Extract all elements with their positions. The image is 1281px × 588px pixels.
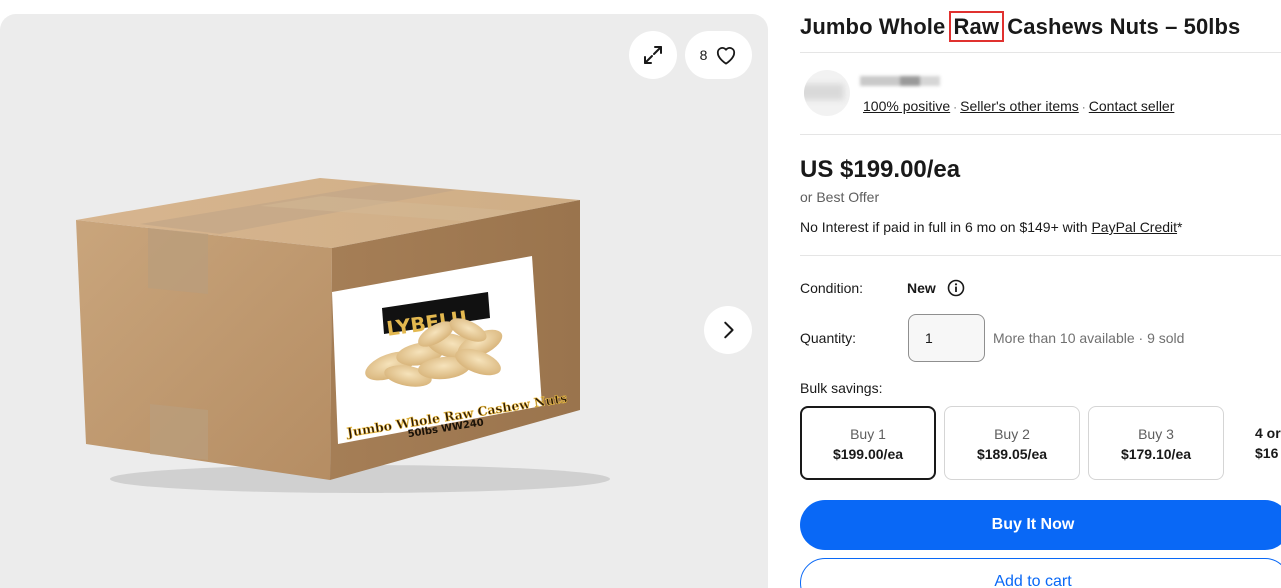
seller-feedback-link[interactable]: 100% positive (863, 98, 950, 114)
expand-icon (644, 46, 662, 64)
bulk-option-qty: Buy 3 (1138, 426, 1174, 442)
item-price: US $199.00/ea (800, 156, 961, 183)
watch-button[interactable]: 8 (685, 31, 752, 79)
bulk-savings-label: Bulk savings: (800, 380, 883, 396)
listing-page: 8 LYBELU Jumbo Whole Raw Cashew Nuts 50l… (0, 0, 1281, 588)
bulk-option-qty: 4 or (1255, 425, 1281, 441)
bulk-option-price: $16 (1255, 445, 1279, 461)
bulk-option-buy-2[interactable]: Buy 2 $189.05/ea (944, 406, 1080, 480)
image-gallery[interactable]: 8 LYBELU Jumbo Whole Raw Cashew Nuts 50l… (0, 14, 768, 588)
info-icon[interactable] (947, 279, 965, 297)
best-offer-text: or Best Offer (800, 189, 880, 205)
condition-value: New (907, 280, 936, 296)
title-highlighted-word: Raw (948, 11, 1005, 42)
financing-asterisk: * (1177, 219, 1183, 235)
seller-name-redacted (860, 76, 940, 86)
bulk-option-price: $179.10/ea (1120, 446, 1192, 462)
availability-text: More than 10 available · 9 sold (993, 330, 1185, 346)
quantity-input[interactable] (908, 314, 985, 362)
bulk-option-price: $189.05/ea (976, 446, 1048, 462)
divider (800, 255, 1281, 256)
listing-details: Jumbo Whole Raw Cashews Nuts – 50lbs 100… (800, 0, 1281, 588)
bulk-option-price: $199.00/ea (832, 446, 904, 462)
title-start: Jumbo Whole (800, 14, 952, 39)
seller-other-items-link[interactable]: Seller's other items (960, 98, 1079, 114)
seller-avatar[interactable] (804, 70, 850, 116)
divider (800, 134, 1281, 135)
buy-it-now-button[interactable]: Buy It Now (800, 500, 1281, 550)
chevron-right-icon (724, 321, 734, 339)
bulk-option-qty: Buy 1 (850, 426, 886, 442)
bulk-option-buy-4-or-more[interactable]: 4 or $16 (1255, 406, 1281, 480)
financing-description: No Interest if paid in full in 6 mo on $… (800, 219, 1092, 235)
financing-text: No Interest if paid in full in 6 mo on $… (800, 219, 1183, 235)
bulk-option-buy-1[interactable]: Buy 1 $199.00/ea (800, 406, 936, 480)
quantity-label: Quantity: (800, 330, 857, 346)
seller-links: 100% positive · Seller's other items · Conta… (863, 98, 1175, 114)
add-to-cart-button[interactable]: Add to cart (800, 558, 1281, 588)
condition-label: Condition: (800, 280, 864, 296)
product-image: LYBELU Jumbo Whole Raw Cashew Nuts 50lbs… (76, 178, 610, 493)
expand-image-button[interactable] (629, 31, 677, 79)
bulk-option-qty: Buy 2 (994, 426, 1030, 442)
title-end: Cashews Nuts – 50lbs (1001, 14, 1241, 39)
heart-icon (717, 47, 736, 65)
contact-seller-link[interactable]: Contact seller (1089, 98, 1175, 114)
next-image-button[interactable] (704, 306, 752, 354)
divider (800, 52, 1281, 53)
listing-title: Jumbo Whole Raw Cashews Nuts – 50lbs (800, 11, 1241, 42)
paypal-credit-link[interactable]: PayPal Credit (1091, 219, 1177, 235)
watch-count: 8 (699, 47, 708, 63)
bulk-option-buy-3[interactable]: Buy 3 $179.10/ea (1088, 406, 1224, 480)
